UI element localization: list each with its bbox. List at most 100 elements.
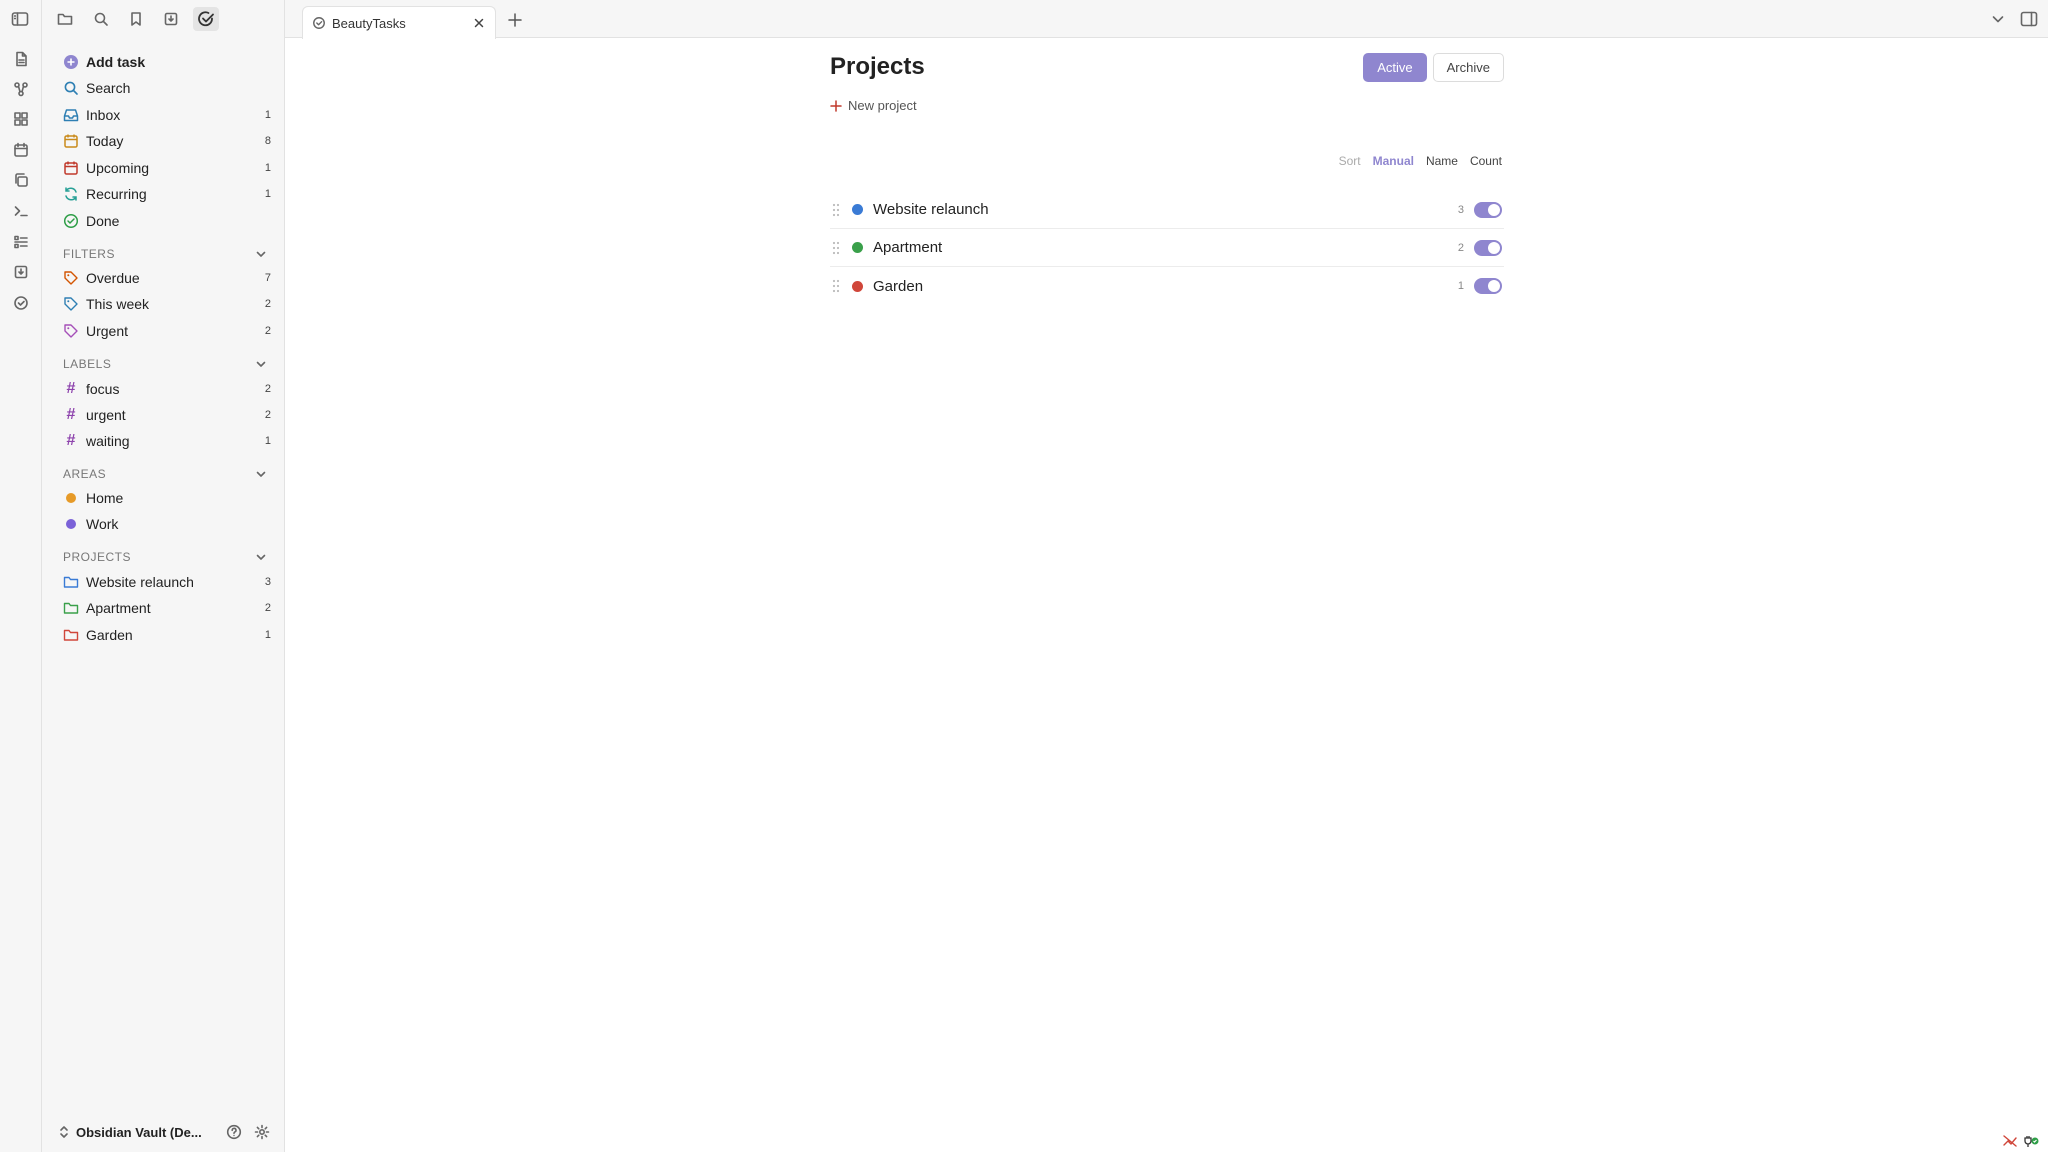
project-row[interactable]: Garden 1 [830,267,1504,305]
add-task-button[interactable]: Add task [61,49,273,75]
project-name[interactable]: Apartment [873,239,1458,256]
chevron-down-icon[interactable] [253,356,269,372]
project-color-dot [852,280,863,292]
active-tab-button[interactable]: Active [1363,53,1427,82]
label-focus-count: 2 [264,383,271,395]
project-name[interactable]: Website relaunch [873,201,1458,218]
projects-title: PROJECTS [63,550,132,564]
overdue-label: Overdue [86,270,140,286]
help-icon[interactable] [226,1124,242,1140]
add-task-label: Add task [86,54,146,70]
sync-off-icon[interactable] [2002,1134,2018,1148]
sort-count-option[interactable]: Count [1470,154,1502,168]
this-week-count: 2 [264,298,271,310]
folder-icon [62,626,80,644]
search-button[interactable]: Search [61,75,273,101]
copy-icon[interactable] [10,169,32,191]
projects-header[interactable]: PROJECTS [61,547,273,567]
plugin-status-icon[interactable] [2022,1134,2040,1148]
sidebar-item-this-week[interactable]: This week 2 [61,291,273,317]
download-icon[interactable] [158,7,184,31]
project-apartment-count: 2 [264,602,271,614]
vault-switch-icon[interactable] [58,1125,70,1139]
project-row[interactable]: Apartment 2 [830,229,1504,267]
project-website-relaunch-count: 3 [264,576,271,588]
list-icon[interactable] [10,231,32,253]
search-icon [62,79,80,97]
urgent-filter-label: Urgent [86,323,129,339]
sidebar-item-area-work[interactable]: Work [61,511,273,537]
sidebar-item-label-waiting[interactable]: # waiting 1 [61,428,273,454]
hashtag-icon: # [66,406,76,423]
drag-handle-icon[interactable] [830,278,842,294]
sidebar-item-urgent-filter[interactable]: Urgent 2 [61,318,273,344]
task-check-icon [312,16,326,30]
settings-gear-icon[interactable] [254,1124,270,1140]
search-icon[interactable] [88,7,114,31]
new-project-button[interactable]: New project [830,98,917,113]
labels-header[interactable]: LABELS [61,354,273,374]
sort-name-option[interactable]: Name [1426,154,1458,168]
folder-icon[interactable] [52,7,78,31]
drag-handle-icon[interactable] [830,240,842,256]
filters-header[interactable]: FILTERS [61,244,273,264]
sidebar-item-area-home[interactable]: Home [61,485,273,511]
label-waiting-text: waiting [86,433,130,449]
graph-icon[interactable] [10,78,32,100]
calendar-icon[interactable] [10,139,32,161]
project-apartment-label: Apartment [86,600,151,616]
chevron-down-icon[interactable] [253,466,269,482]
sidebar-item-inbox[interactable]: Inbox 1 [61,102,273,128]
areas-header[interactable]: AREAS [61,464,273,484]
close-icon[interactable] [471,15,487,31]
project-color-dot [852,204,863,215]
area-work-label: Work [86,516,119,532]
sidebar-item-recurring[interactable]: Recurring 1 [61,181,273,207]
sidebar-toggle-icon[interactable] [7,7,33,31]
sidebar-item-done[interactable]: Done [61,208,273,234]
checkbox-doc-icon[interactable] [10,261,32,283]
project-visibility-toggle[interactable] [1474,239,1502,256]
sort-manual-option[interactable]: Manual [1373,154,1414,168]
area-home-label: Home [86,490,124,506]
drag-handle-icon[interactable] [830,202,842,218]
overdue-count: 7 [264,272,271,284]
project-visibility-toggle[interactable] [1474,278,1502,294]
upcoming-label: Upcoming [86,160,150,176]
tab-beautytasks[interactable]: BeautyTasks [302,6,496,39]
project-visibility-toggle[interactable] [1474,201,1502,218]
tab-list-chevron-icon[interactable] [1990,11,2006,27]
vault-name[interactable]: Obsidian Vault (De... [76,1125,202,1140]
terminal-icon[interactable] [10,200,32,222]
sidebar-item-project-website-relaunch[interactable]: Website relaunch 3 [61,569,273,595]
sidebar-item-overdue[interactable]: Overdue 7 [61,265,273,291]
sidebar-item-label-urgent[interactable]: # urgent 2 [61,402,273,428]
sidebar-item-label-focus[interactable]: # focus 2 [61,376,273,402]
project-row[interactable]: Website relaunch 3 [830,191,1504,229]
sort-label: Sort [1338,154,1361,168]
sidebar-item-upcoming[interactable]: Upcoming 1 [61,155,273,181]
inbox-count: 1 [264,109,271,121]
bookmark-icon[interactable] [123,7,149,31]
archive-tab-button[interactable]: Archive [1432,53,1504,82]
right-sidebar-toggle-icon[interactable] [2020,10,2038,28]
status-switch: Active Archive [1363,53,1504,82]
chevron-down-icon[interactable] [253,246,269,262]
new-tab-plus-icon[interactable] [505,10,525,30]
grid-icon[interactable] [10,108,32,130]
project-garden-count: 1 [264,629,271,641]
sidebar-item-project-garden[interactable]: Garden 1 [61,622,273,648]
tasks-view-icon[interactable] [193,7,219,31]
done-label: Done [86,213,120,229]
hashtag-icon: # [66,432,76,449]
sidebar-toolbar [11,0,285,38]
chevron-down-icon[interactable] [253,549,269,565]
recurring-label: Recurring [86,186,147,202]
note-icon[interactable] [10,48,32,70]
project-name[interactable]: Garden [873,278,1458,295]
folder-icon [62,599,80,617]
task-check-icon[interactable] [10,292,32,314]
sidebar-item-project-apartment[interactable]: Apartment 2 [61,595,273,621]
sidebar-item-today[interactable]: Today 8 [61,128,273,154]
tag-icon [62,269,80,287]
